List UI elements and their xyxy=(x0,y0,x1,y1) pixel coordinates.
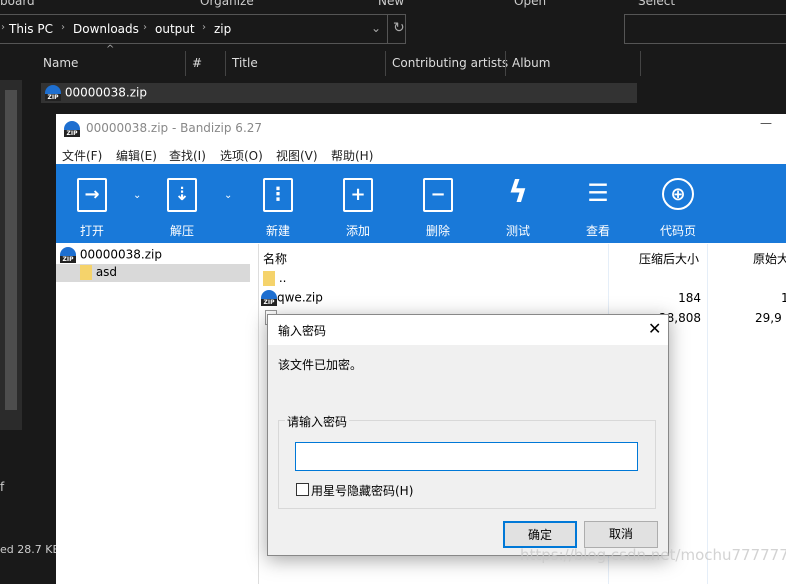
window-title: 00000038.zip - Bandizip 6.27 xyxy=(86,121,263,135)
toolbar-extract-button[interactable]: ⇣ 解压 xyxy=(147,164,217,243)
password-dialog: 输入密码 ✕ 该文件已加密。 请输入密码 用星号隐藏密码(H) 确定 取消 xyxy=(267,314,669,556)
toolbar-open-button[interactable]: → 打开 xyxy=(57,164,127,243)
tree-root[interactable]: 00000038.zip xyxy=(60,247,162,263)
divider xyxy=(387,15,388,43)
column-title[interactable]: Title xyxy=(232,56,258,70)
list-column-original-size[interactable]: 原始大 xyxy=(753,250,786,267)
file-row[interactable]: 00000038.zip xyxy=(41,83,637,103)
dropdown-icon[interactable]: ⌄ xyxy=(371,21,381,35)
chevron-right-icon: › xyxy=(61,22,65,33)
column-name[interactable]: Name xyxy=(43,56,78,70)
tree-item-asd[interactable]: asd xyxy=(56,264,250,282)
refresh-icon[interactable]: ↻ xyxy=(393,20,405,36)
ribbon-organize[interactable]: Organize xyxy=(200,0,254,8)
new-archive-icon: ⋮ xyxy=(263,178,293,212)
close-icon[interactable]: ✕ xyxy=(648,319,661,338)
breadcrumb-downloads[interactable]: Downloads xyxy=(73,22,139,36)
ribbon-new[interactable]: New xyxy=(378,0,404,8)
list-column-name[interactable]: 名称 xyxy=(263,250,287,267)
folder-tree: 00000038.zip asd xyxy=(56,244,252,584)
list-row-parent[interactable]: .. xyxy=(263,271,603,286)
group-label: 请输入密码 xyxy=(285,413,350,430)
zip-file-icon xyxy=(45,85,61,101)
view-icon: ☰ xyxy=(587,179,609,207)
ribbon-select[interactable]: Select xyxy=(638,0,675,8)
address-bar[interactable]: › This PC › Downloads › output › zip ⌄ ↻ xyxy=(0,14,406,44)
zip-file-icon xyxy=(261,290,277,306)
breadcrumb-output[interactable]: output xyxy=(155,22,195,36)
extract-icon: ⇣ xyxy=(167,178,197,212)
nav-item-partial: f xyxy=(0,480,5,494)
chevron-right-icon: › xyxy=(143,22,147,33)
menu-help[interactable]: 帮助(H) xyxy=(331,147,373,164)
column-contributing-artists[interactable]: Contributing artists xyxy=(392,56,508,70)
codepage-icon: ⊕ xyxy=(662,178,694,210)
folder-icon xyxy=(80,265,92,280)
zip-file-icon xyxy=(60,247,76,263)
toolbar-test-button[interactable]: ϟ 测试 xyxy=(483,164,553,243)
toolbar-new-button[interactable]: ⋮ 新建 xyxy=(243,164,313,243)
minimize-icon[interactable]: — xyxy=(760,116,772,130)
ribbon-open[interactable]: Open xyxy=(514,0,546,8)
column-album[interactable]: Album xyxy=(512,56,550,70)
open-dropdown-icon[interactable]: ⌄ xyxy=(133,190,141,201)
file-name: 00000038.zip xyxy=(64,85,147,100)
list-row-qwe[interactable]: qwe.zip 184 1 xyxy=(261,290,786,306)
menu-options[interactable]: 选项(O) xyxy=(220,147,263,164)
hide-password-checkbox[interactable] xyxy=(296,483,309,496)
ok-button[interactable]: 确定 xyxy=(503,521,577,548)
toolbar-view-button[interactable]: ☰ 查看 xyxy=(563,164,633,243)
cancel-button[interactable]: 取消 xyxy=(584,521,658,548)
menu-find[interactable]: 查找(I) xyxy=(169,147,206,164)
dialog-title: 输入密码 xyxy=(278,324,327,338)
sort-ascending-icon: ^ xyxy=(106,44,115,55)
status-bar-text: ed 28.7 KB xyxy=(0,543,60,556)
column-number[interactable]: # xyxy=(192,56,202,70)
ribbon-clipboard[interactable]: board xyxy=(0,0,35,8)
folder-icon xyxy=(263,271,275,286)
delete-icon: − xyxy=(423,178,453,212)
breadcrumb-zip[interactable]: zip xyxy=(214,22,231,36)
checkbox-label[interactable]: 用星号隐藏密码(H) xyxy=(311,482,413,499)
toolbar-codepage-button[interactable]: ⊕ 代码页 xyxy=(643,164,713,243)
test-icon: ϟ xyxy=(508,175,528,210)
chevron-right-icon: › xyxy=(202,22,206,33)
menu-edit[interactable]: 编辑(E) xyxy=(116,147,157,164)
extract-dropdown-icon[interactable]: ⌄ xyxy=(224,190,232,201)
watermark: https://blog.csdn.net/mochu7777777 xyxy=(520,546,786,564)
dialog-message: 该文件已加密。 xyxy=(278,358,363,372)
open-icon: → xyxy=(77,178,107,212)
bandizip-logo-icon xyxy=(64,121,80,137)
password-input[interactable] xyxy=(295,442,638,471)
menu-file[interactable]: 文件(F) xyxy=(62,147,102,164)
menu-view[interactable]: 视图(V) xyxy=(276,147,318,164)
toolbar-delete-button[interactable]: − 删除 xyxy=(403,164,473,243)
add-icon: + xyxy=(343,178,373,212)
explorer-ribbon: board Organize New Open Select xyxy=(0,0,786,9)
nav-scrollbar[interactable] xyxy=(0,80,22,430)
chevron-right-icon: › xyxy=(1,22,5,33)
list-column-packed-size[interactable]: 压缩后大小 xyxy=(639,250,699,267)
breadcrumb-this-pc[interactable]: This PC xyxy=(9,22,53,36)
toolbar-add-button[interactable]: + 添加 xyxy=(323,164,393,243)
search-box[interactable] xyxy=(624,14,786,44)
toolbar: → 打开 ⌄ ⇣ 解压 ⌄ ⋮ 新建 + 添加 − 删除 ϟ 测试 ☰ 查看 ⊕ 代码页 xyxy=(56,164,786,243)
